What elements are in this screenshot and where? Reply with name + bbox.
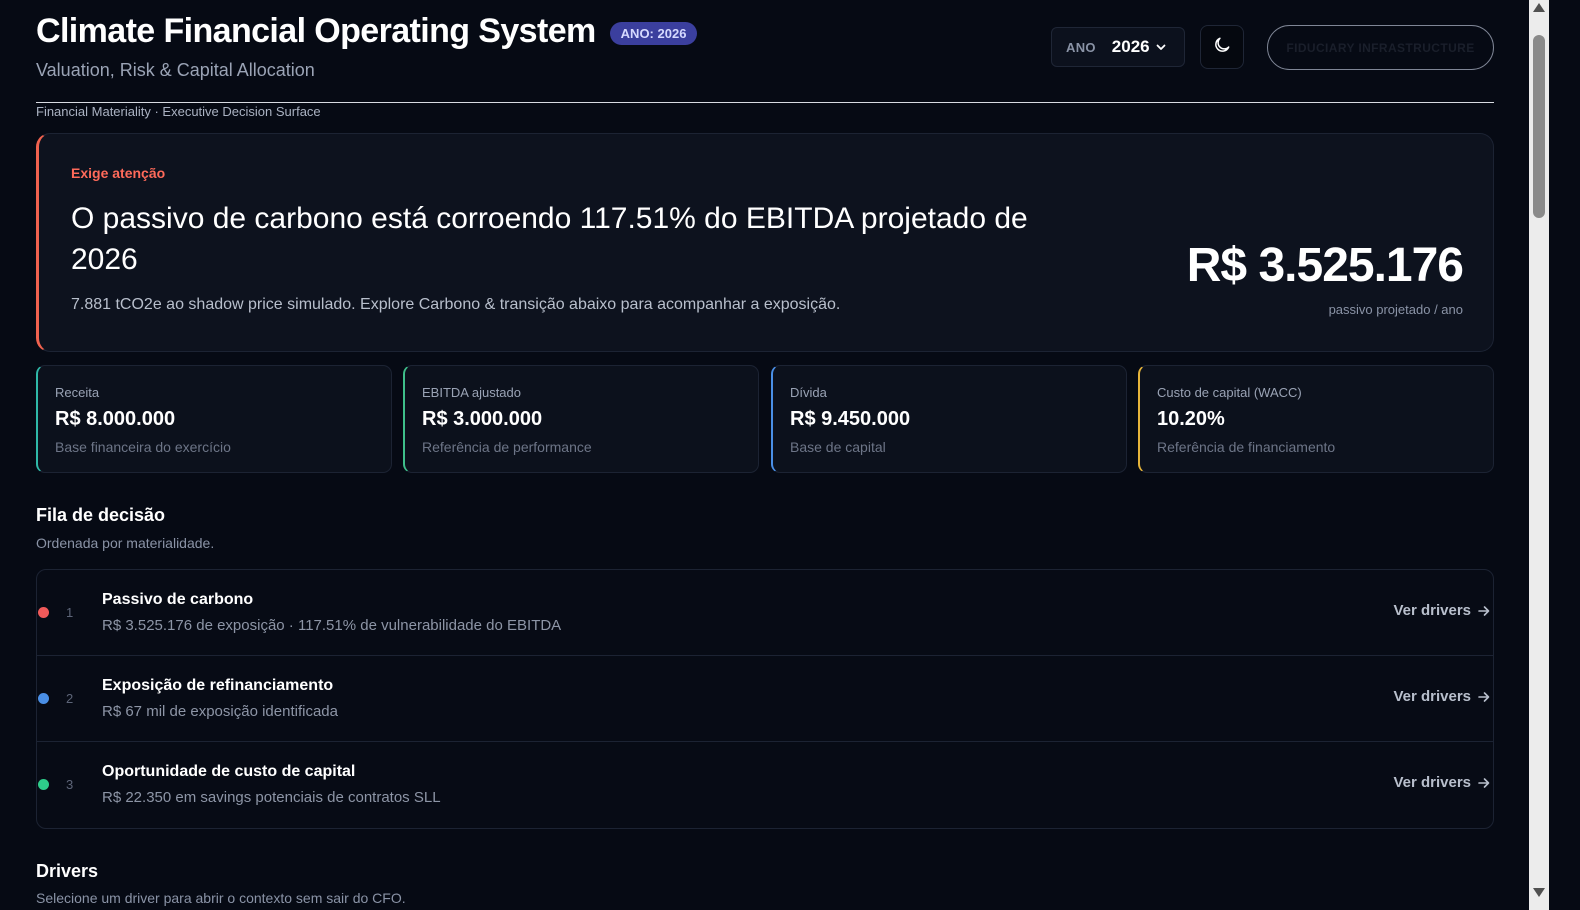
fiduciary-infrastructure-button[interactable]: FIDUCIARY INFRASTRUCTURE [1267,25,1494,70]
scroll-down-arrow-icon[interactable] [1533,888,1545,897]
breadcrumb: Financial Materiality · Executive Decisi… [36,104,321,119]
page: Climate Financial Operating System ANO: … [36,0,1494,906]
title-row: Climate Financial Operating System ANO: … [36,12,698,51]
app-subtitle: Valuation, Risk & Capital Allocation [36,60,315,80]
decision-queue-title: Fila de decisão [36,505,166,525]
kpi-value: R$ 3.000.000 [422,408,543,430]
queue-item-rank: 3 [66,777,74,792]
queue-item[interactable]: 1 Passivo de carbono R$ 3.525.176 de exp… [37,570,1493,656]
page-header: Climate Financial Operating System ANO: … [36,0,1494,103]
view-drivers-label: Ver drivers [1393,688,1471,705]
kpi-subtext: Referência de financiamento [1157,439,1336,455]
queue-item-detail: R$ 3.525.176 de exposição · 117.51% de v… [102,617,562,634]
year-select-value: 2026 [1111,37,1150,56]
kpi-value: R$ 8.000.000 [55,408,176,430]
year-badge: ANO: 2026 [609,22,698,45]
kpi-label: Custo de capital (WACC) [1157,385,1302,400]
alert-amount-label: passivo projetado / ano [1328,302,1463,317]
queue-item[interactable]: 3 Oportunidade de custo de capital R$ 22… [37,742,1493,828]
queue-item[interactable]: 2 Exposição de refinanciamento R$ 67 mil… [37,656,1493,742]
app-title: Climate Financial Operating System [36,12,596,50]
kpi-subtext: Referência de performance [422,439,592,455]
view-drivers-link[interactable]: Ver drivers [1393,774,1491,791]
queue-item-detail: R$ 67 mil de exposição identificada [102,703,338,720]
scroll-up-arrow-icon[interactable] [1533,3,1545,12]
decision-queue: 1 Passivo de carbono R$ 3.525.176 de exp… [36,569,1494,829]
view-drivers-label: Ver drivers [1393,774,1471,791]
moon-icon [1212,35,1232,60]
queue-item-detail: R$ 22.350 em savings potenciais de contr… [102,789,441,806]
drivers-subtitle: Selecione um driver para abrir o context… [36,890,406,906]
theme-toggle-button[interactable] [1200,25,1244,69]
kpi-label: Receita [55,385,100,400]
kpi-value: 10.20% [1157,408,1225,430]
view-drivers-link[interactable]: Ver drivers [1393,688,1491,705]
view-drivers-label: Ver drivers [1393,602,1471,619]
arrow-right-icon [1478,691,1490,702]
queue-item-rank: 1 [66,605,74,620]
alert-kicker: Exige atenção [71,165,166,181]
kpi-label: EBITDA ajustado [422,385,521,400]
queue-item-title: Oportunidade de custo de capital [102,763,356,780]
kpi-subtext: Base de capital [790,439,886,455]
queue-item-rank: 2 [66,691,74,706]
kpi-row: Receita R$ 8.000.000 Base financeira do … [36,365,1494,473]
queue-item-title: Exposição de refinanciamento [102,677,334,694]
kpi-value: R$ 9.450.000 [790,408,911,430]
alert-headline: O passivo de carbono está corroendo 117.… [71,202,1028,276]
vertical-scrollbar[interactable] [1529,0,1549,910]
arrow-right-icon [1478,605,1490,616]
scrollbar-thumb[interactable] [1533,35,1545,218]
status-dot [38,607,49,618]
alert-amount: R$ 3.525.176 [1186,239,1464,292]
year-select-label: ANO [1066,39,1096,55]
chevron-down-icon [1155,41,1167,53]
kpi-card-wacc: Custo de capital (WACC) 10.20% Referênci… [1138,365,1494,473]
kpi-subtext: Base financeira do exercício [55,439,231,455]
year-select[interactable]: ANO 2026 [1051,27,1185,67]
arrow-right-icon [1478,777,1490,788]
decision-queue-subtitle: Ordenada por materialidade. [36,535,215,551]
drivers-title: Drivers [36,861,99,881]
kpi-card-receita: Receita R$ 8.000.000 Base financeira do … [36,365,392,473]
alert-description: 7.881 tCO2e ao shadow price simulado. Ex… [71,296,841,313]
status-dot [38,779,49,790]
kpi-card-ebitda: EBITDA ajustado R$ 3.000.000 Referência … [403,365,759,473]
kpi-card-divida: Dívida R$ 9.450.000 Base de capital [771,365,1127,473]
queue-item-title: Passivo de carbono [102,591,254,608]
view-drivers-link[interactable]: Ver drivers [1393,602,1491,619]
attention-alert: Exige atenção O passivo de carbono está … [36,133,1494,352]
kpi-label: Dívida [790,385,827,400]
status-dot [38,693,49,704]
